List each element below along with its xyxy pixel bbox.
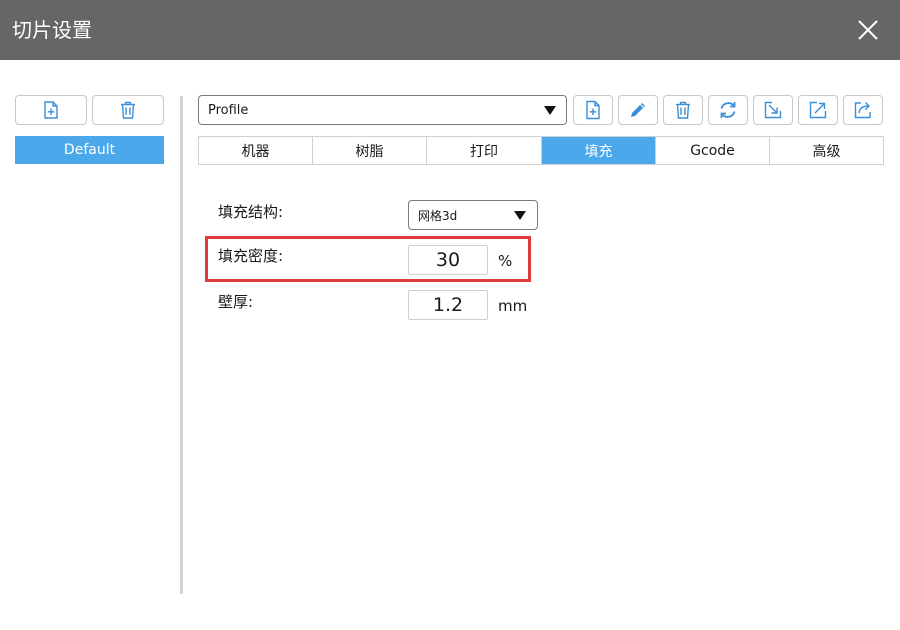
wall-thickness-input[interactable]: 1.2 (408, 290, 488, 320)
close-icon (858, 20, 878, 40)
export-button[interactable] (798, 95, 838, 125)
tab-print[interactable]: 打印 (427, 137, 542, 164)
sidebar-item-default[interactable]: Default (15, 136, 164, 164)
refresh-icon (720, 102, 736, 118)
delete-button[interactable] (663, 95, 703, 125)
tab-machine[interactable]: 机器 (199, 137, 313, 164)
chevron-down-icon (544, 106, 556, 115)
settings-tabs: 机器 树脂 打印 填充 Gcode 高级 (198, 136, 884, 165)
import-button[interactable] (753, 95, 793, 125)
tab-advanced[interactable]: 高级 (770, 137, 883, 164)
profile-select-value: Profile (208, 103, 249, 118)
title-bar: 切片设置 (0, 0, 900, 60)
wall-thickness-label: 壁厚: (218, 293, 254, 311)
edit-pencil-icon (631, 103, 645, 117)
trash-icon (676, 101, 690, 119)
profile-select[interactable]: Profile (198, 95, 567, 125)
refresh-button[interactable] (708, 95, 748, 125)
infill-density-unit: % (498, 252, 513, 270)
add-file-icon (44, 101, 58, 119)
window-title: 切片设置 (12, 18, 92, 42)
import-icon (764, 101, 782, 119)
infill-structure-value: 网格3d (418, 209, 458, 223)
tab-gcode[interactable]: Gcode (656, 137, 770, 164)
trash-icon (121, 101, 135, 119)
new-profile-button[interactable] (573, 95, 613, 125)
share-icon (854, 102, 871, 119)
infill-density-input[interactable]: 30 (408, 245, 488, 275)
infill-structure-label: 填充结构: (218, 203, 284, 221)
infill-density-label: 填充密度: (218, 247, 284, 265)
wall-thickness-unit: mm (498, 297, 528, 315)
tab-infill[interactable]: 填充 (542, 137, 656, 164)
add-file-icon (586, 100, 600, 120)
edit-profile-button[interactable] (618, 95, 658, 125)
close-button[interactable] (850, 12, 886, 48)
share-button[interactable] (843, 95, 883, 125)
delete-profile-button[interactable] (92, 95, 164, 125)
infill-structure-select[interactable]: 网格3d (408, 200, 538, 230)
sidebar-divider (180, 96, 183, 594)
chevron-down-icon (514, 211, 526, 220)
tab-resin[interactable]: 树脂 (313, 137, 427, 164)
export-icon (809, 101, 827, 119)
add-profile-button[interactable] (15, 95, 87, 125)
